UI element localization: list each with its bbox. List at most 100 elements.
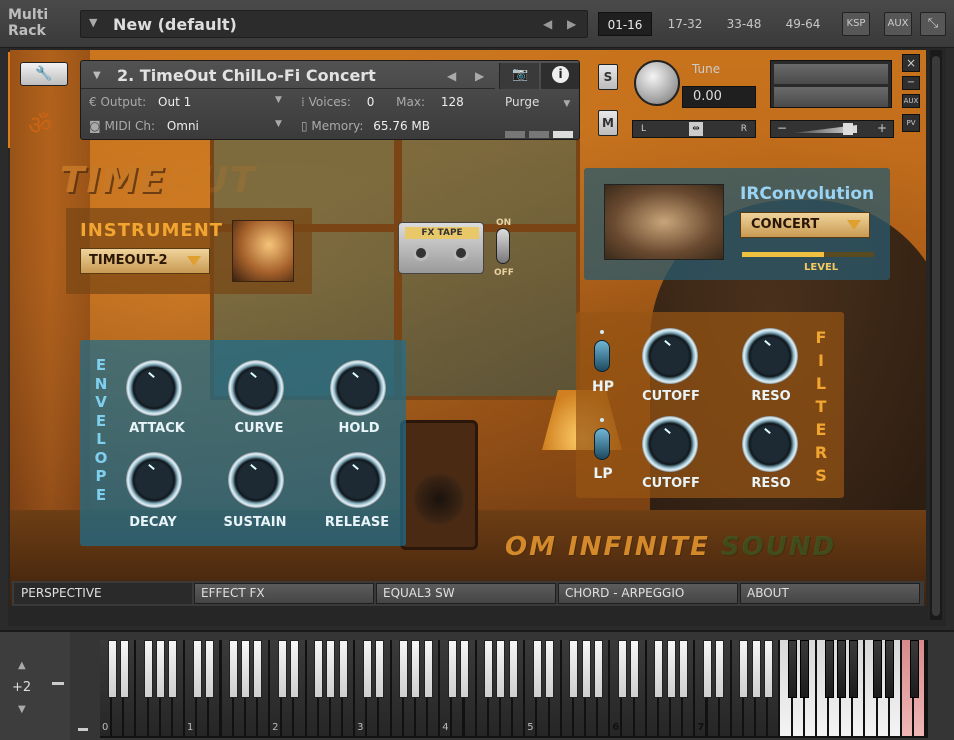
black-key[interactable] — [703, 640, 712, 698]
aux-button[interactable]: AUX — [884, 12, 912, 36]
volume-handle[interactable] — [843, 123, 853, 135]
pan-slider[interactable]: L ⇹ R — [632, 120, 756, 138]
black-key[interactable] — [119, 640, 129, 698]
black-key[interactable] — [630, 640, 640, 698]
minimize-instrument-icon[interactable]: − — [902, 76, 920, 90]
header-collapse-icon[interactable]: ▼ — [93, 70, 101, 81]
release-knob[interactable] — [330, 452, 386, 508]
ir-level-slider[interactable] — [742, 252, 874, 257]
rack-tab-17-32[interactable]: 17-32 — [660, 12, 710, 36]
black-key[interactable] — [800, 640, 810, 698]
instrument-dropdown[interactable]: TIMEOUT-2 — [80, 248, 210, 274]
pan-handle-icon[interactable]: ⇹ — [689, 122, 703, 136]
rack-tab-49-64[interactable]: 49-64 — [776, 12, 830, 36]
fx-tape-cassette[interactable]: FX TAPE — [398, 222, 484, 274]
sustain-knob[interactable] — [228, 452, 284, 508]
pv-button[interactable]: PV — [902, 114, 920, 132]
black-key[interactable] — [666, 640, 676, 698]
midi-dropdown-icon[interactable]: ▼ — [275, 119, 282, 129]
multi-preset-selector[interactable]: ▼ New (default) ◀ ▶ — [80, 10, 588, 38]
hp-cutoff-knob[interactable] — [642, 328, 698, 384]
instrument-next-icon[interactable]: ▶ — [475, 69, 484, 83]
tab-effect-fx[interactable]: EFFECT FX — [194, 583, 374, 604]
black-key[interactable] — [447, 640, 457, 698]
hp-switch[interactable] — [594, 340, 610, 372]
max-voices-value[interactable]: 128 — [441, 95, 464, 109]
black-key[interactable] — [836, 640, 846, 698]
multi-rack-label[interactable]: Multi Rack — [8, 7, 48, 39]
purge-menu[interactable]: Purge ▼ — [505, 95, 570, 109]
collapse-icon[interactable]: ⤡ — [920, 12, 946, 36]
black-key[interactable] — [909, 640, 919, 698]
tab-perspective[interactable]: PERSPECTIVE — [14, 583, 192, 604]
black-key[interactable] — [751, 640, 761, 698]
ir-dropdown[interactable]: CONCERT — [740, 212, 870, 238]
attack-knob[interactable] — [126, 360, 182, 416]
fx-tape-toggle-switch[interactable] — [496, 228, 510, 264]
curve-knob[interactable] — [228, 360, 284, 416]
rack-tab-33-48[interactable]: 33-48 — [718, 12, 770, 36]
black-key[interactable] — [715, 640, 725, 698]
black-key[interactable] — [362, 640, 372, 698]
output-row[interactable]: € Output: Out 1 ▼ — [89, 95, 282, 109]
black-key[interactable] — [593, 640, 603, 698]
black-key[interactable] — [277, 640, 287, 698]
lp-cutoff-knob[interactable] — [642, 416, 698, 472]
hold-knob[interactable] — [330, 360, 386, 416]
octave-down-icon[interactable]: ▼ — [18, 704, 26, 715]
rack-tab-01-16[interactable]: 01-16 — [598, 12, 652, 36]
black-key[interactable] — [144, 640, 154, 698]
preset-next-icon[interactable]: ▶ — [567, 17, 576, 31]
keyboard-minus-icon[interactable] — [52, 682, 64, 685]
black-key[interactable] — [411, 640, 421, 698]
black-key[interactable] — [156, 640, 166, 698]
aux-small-button[interactable]: AUX — [902, 94, 920, 108]
preset-dropdown-icon[interactable]: ▼ — [89, 16, 97, 29]
output-dropdown-icon[interactable]: ▼ — [275, 95, 282, 105]
info-button[interactable]: i — [541, 63, 579, 89]
scrollbar-thumb[interactable] — [932, 56, 940, 616]
black-key[interactable] — [460, 640, 469, 698]
decay-knob[interactable] — [126, 452, 182, 508]
mute-button[interactable]: M — [598, 110, 618, 136]
tune-value[interactable]: 0.00 — [682, 86, 756, 108]
black-key[interactable] — [824, 640, 834, 698]
black-key[interactable] — [617, 640, 627, 698]
black-key[interactable] — [241, 640, 251, 698]
tab-about[interactable]: ABOUT — [740, 583, 920, 604]
black-key[interactable] — [399, 640, 409, 698]
black-key[interactable] — [192, 640, 202, 698]
keyboard-small-minus-icon[interactable] — [78, 728, 88, 731]
snapshot-camera-icon[interactable]: 📷 — [499, 63, 539, 89]
black-key[interactable] — [496, 640, 506, 698]
midi-channel-row[interactable]: ◙ MIDI Ch: Omni ▼ — [89, 119, 282, 133]
black-key[interactable] — [326, 640, 336, 698]
close-instrument-icon[interactable]: × — [902, 54, 920, 72]
black-key[interactable] — [423, 640, 433, 698]
black-key[interactable] — [508, 640, 518, 698]
instrument-title[interactable]: 2. TimeOut ChilLo-Fi Concert — [117, 66, 376, 85]
piano-keyboard[interactable]: 0 1 2 3 4 5 6 7 — [100, 640, 928, 738]
black-key[interactable] — [654, 640, 664, 698]
black-key[interactable] — [107, 640, 117, 698]
lp-reso-knob[interactable] — [742, 416, 798, 472]
volume-slider[interactable]: − + — [770, 120, 894, 138]
ksp-button[interactable]: KSP — [842, 12, 870, 36]
hp-reso-knob[interactable] — [742, 328, 798, 384]
black-key[interactable] — [253, 640, 263, 698]
black-key[interactable] — [338, 640, 348, 698]
black-key[interactable] — [678, 640, 688, 698]
black-key[interactable] — [739, 640, 749, 698]
lp-switch[interactable] — [594, 428, 610, 460]
black-key[interactable] — [545, 640, 555, 698]
black-key[interactable] — [204, 640, 214, 698]
instrument-edit-wrench-icon[interactable]: 🔧 — [20, 62, 68, 86]
black-key[interactable] — [873, 640, 883, 698]
preset-prev-icon[interactable]: ◀ — [543, 17, 552, 31]
black-key[interactable] — [229, 640, 239, 698]
rack-scrollbar[interactable] — [930, 50, 942, 620]
black-key[interactable] — [788, 640, 798, 698]
black-key[interactable] — [532, 640, 542, 698]
black-key[interactable] — [763, 640, 773, 698]
tab-equal3-sw[interactable]: EQUAL3 SW — [376, 583, 556, 604]
